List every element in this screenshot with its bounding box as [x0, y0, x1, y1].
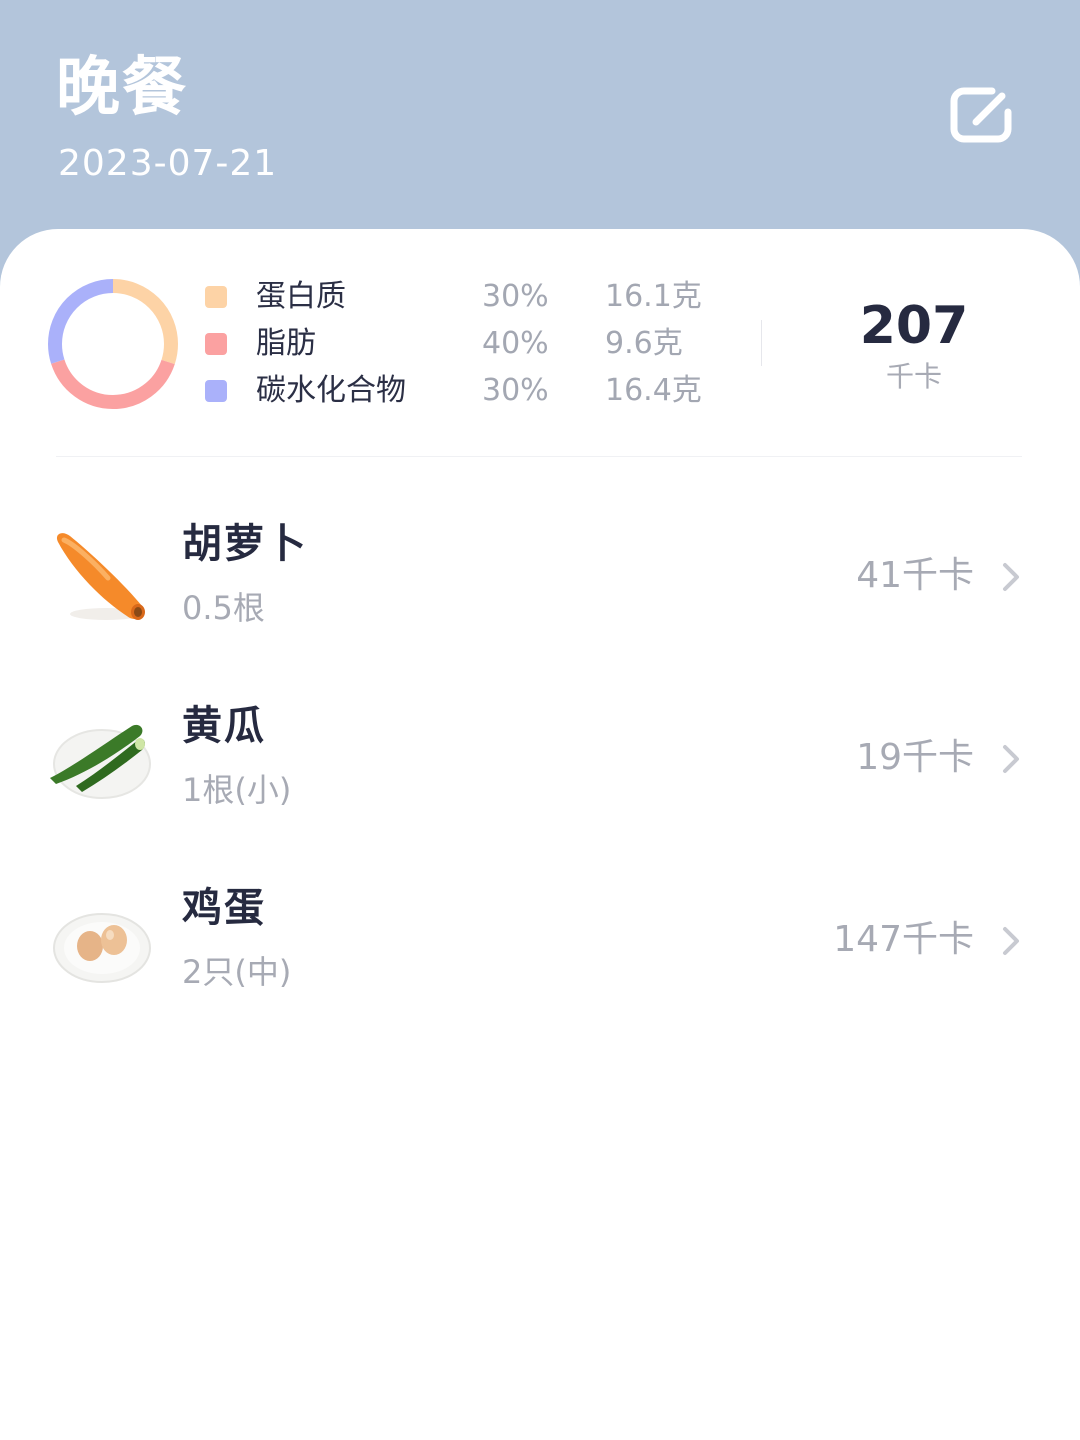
- total-kcal: 207: [859, 296, 969, 356]
- food-item-cucumber[interactable]: 黄瓜 1根(小) 19千卡: [0, 690, 1080, 840]
- food-kcal: 147千卡: [833, 919, 974, 960]
- macro-name: 蛋白质: [256, 279, 346, 314]
- cucumber-image: [44, 704, 154, 814]
- macro-donut-chart: [45, 276, 181, 412]
- food-name: 胡萝卜: [182, 521, 308, 567]
- fat-color-dot: [205, 333, 227, 355]
- macro-percent: 30%: [482, 373, 549, 408]
- macro-percent: 40%: [482, 326, 549, 361]
- macro-row-fat: 脂肪 40% 9.6克: [205, 324, 765, 364]
- macro-row-protein: 蛋白质 30% 16.1克: [205, 277, 765, 317]
- food-item-egg[interactable]: 鸡蛋 2只(中) 147千卡: [0, 872, 1080, 1022]
- macro-name: 碳水化合物: [256, 373, 406, 408]
- chevron-right-icon: [1003, 745, 1019, 773]
- carbs-color-dot: [205, 380, 227, 402]
- food-kcal: 19千卡: [856, 737, 974, 778]
- macro-percent: 30%: [482, 279, 549, 314]
- section-divider: [56, 456, 1022, 457]
- food-amount: 1根(小): [182, 771, 292, 809]
- food-amount: 2只(中): [182, 953, 292, 991]
- macro-grams: 16.4克: [605, 373, 702, 408]
- page-title: 晚餐: [56, 51, 188, 125]
- food-kcal: 41千卡: [856, 555, 974, 596]
- food-item-carrot[interactable]: 胡萝卜 0.5根 41千卡: [0, 508, 1080, 658]
- vertical-divider: [761, 320, 762, 366]
- food-name: 鸡蛋: [182, 885, 266, 931]
- meal-date: 2023-07-21: [58, 143, 278, 184]
- chevron-right-icon: [1003, 563, 1019, 591]
- edit-icon: [950, 87, 1012, 143]
- header: 晚餐 2023-07-21: [0, 0, 1080, 260]
- food-name: 黄瓜: [182, 703, 266, 749]
- macro-row-carbs: 碳水化合物 30% 16.4克: [205, 371, 765, 411]
- chevron-right-icon: [1003, 927, 1019, 955]
- macro-grams: 9.6克: [605, 326, 683, 361]
- carrot-image: [44, 522, 154, 632]
- macro-name: 脂肪: [256, 326, 316, 361]
- food-amount: 0.5根: [182, 589, 265, 627]
- eggs-image: [44, 886, 154, 996]
- protein-color-dot: [205, 286, 227, 308]
- edit-button[interactable]: [946, 82, 1016, 148]
- total-kcal-unit: 千卡: [885, 360, 942, 393]
- macro-grams: 16.1克: [605, 279, 702, 314]
